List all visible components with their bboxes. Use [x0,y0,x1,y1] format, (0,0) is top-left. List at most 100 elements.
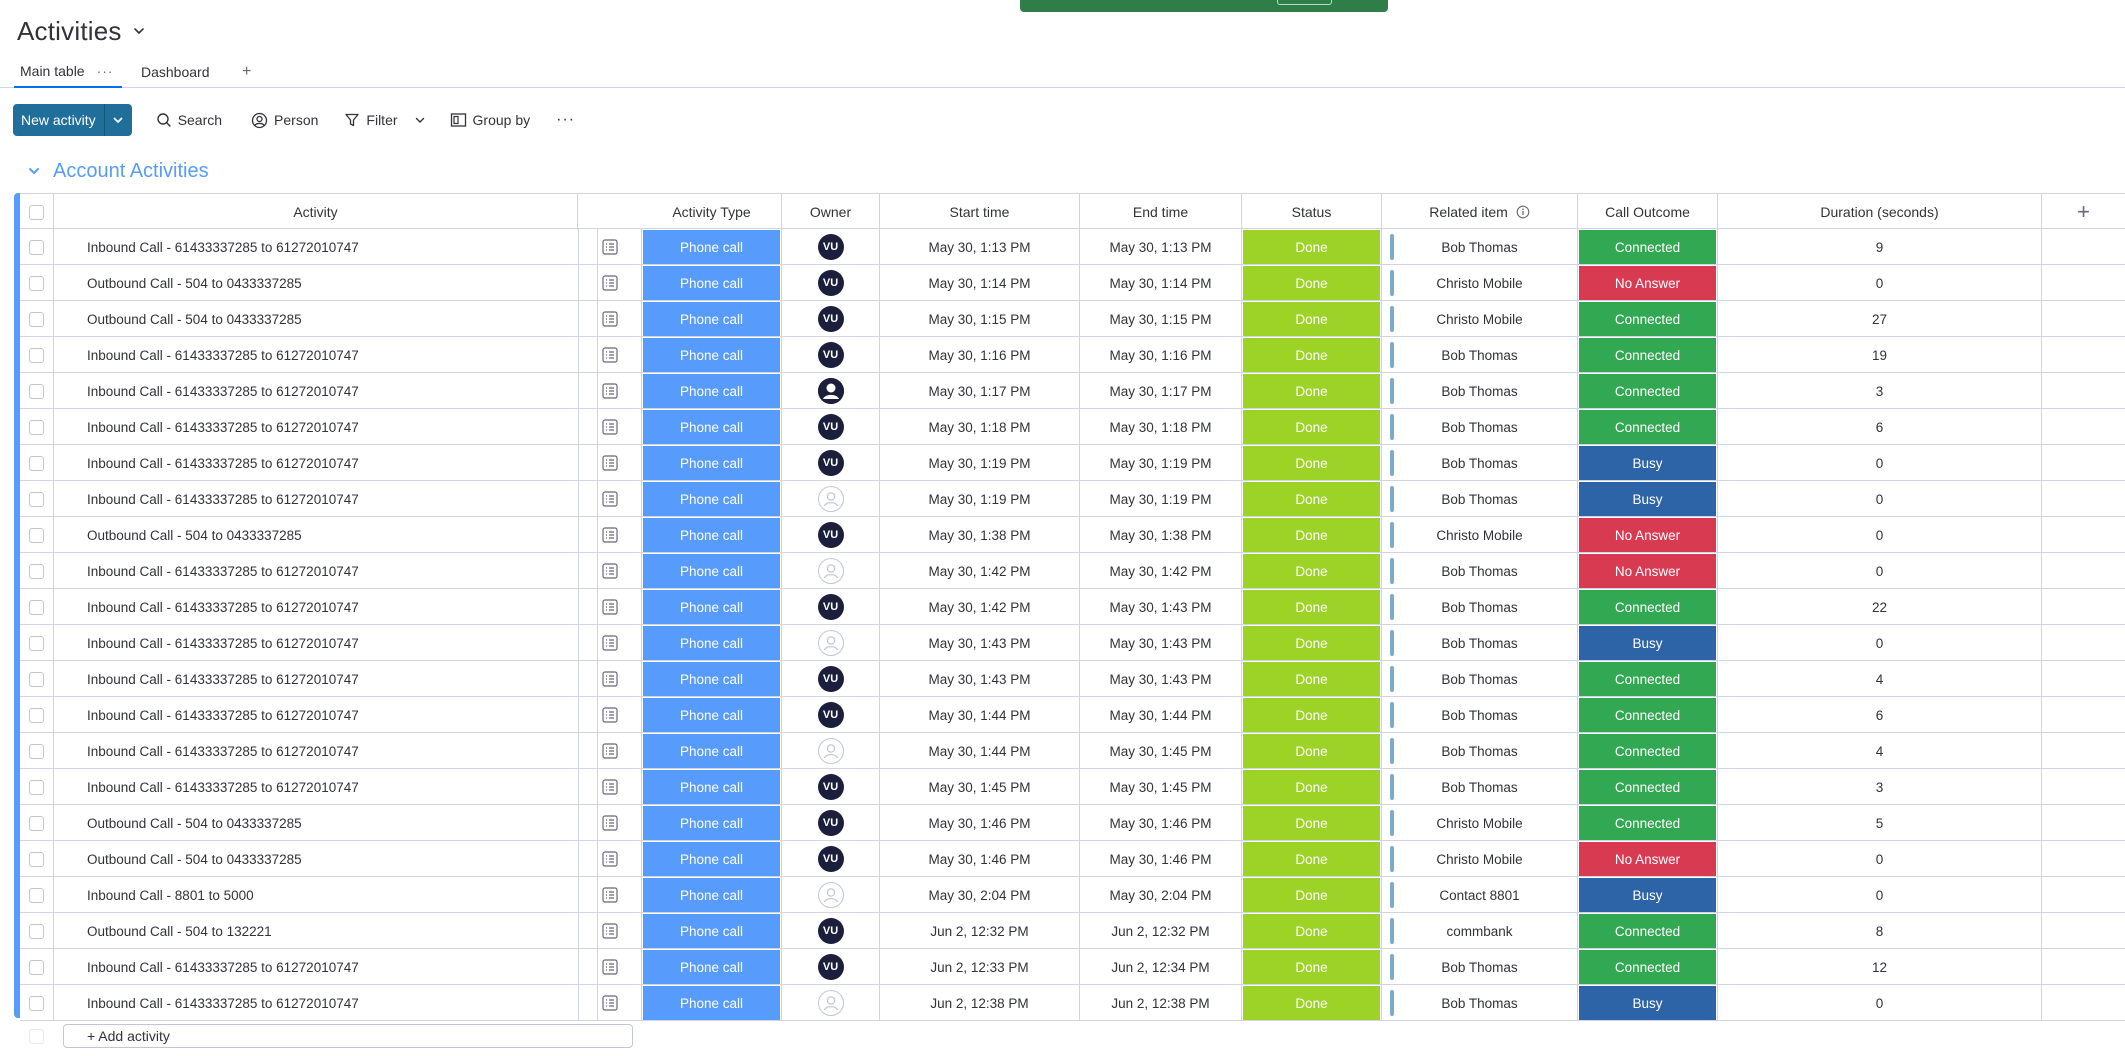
start-time-cell[interactable]: May 30, 1:46 PM [880,841,1080,877]
row-checkbox[interactable] [29,383,44,399]
end-time-cell[interactable]: May 30, 1:46 PM [1080,841,1242,877]
activity-type-cell[interactable]: Phone call [642,877,782,913]
related-item-cell[interactable]: Christo Mobile [1382,841,1578,877]
column-header-end-time[interactable]: End time [1080,194,1242,230]
start-time-cell[interactable]: May 30, 1:45 PM [880,769,1080,805]
call-outcome-cell[interactable]: Connected [1578,913,1718,949]
avatar[interactable]: VU [817,522,844,548]
open-item-button[interactable] [578,985,642,1021]
avatar[interactable] [817,378,844,404]
end-time-cell[interactable]: May 30, 1:45 PM [1080,733,1242,769]
row-checkbox[interactable] [29,887,44,903]
start-time-cell[interactable]: May 30, 1:46 PM [880,805,1080,841]
call-outcome-cell[interactable]: Connected [1578,409,1718,445]
table-row[interactable]: Inbound Call - 61433337285 to 6127201074… [20,769,2125,805]
duration-cell[interactable]: 6 [1718,409,2042,445]
status-cell[interactable]: Done [1242,985,1382,1021]
avatar[interactable]: VU [817,270,844,296]
table-row[interactable]: Inbound Call - 61433337285 to 6127201074… [20,409,2125,445]
status-cell[interactable]: Done [1242,733,1382,769]
row-checkbox[interactable] [29,239,44,255]
related-item-link[interactable]: Bob Thomas [1441,456,1517,471]
avatar[interactable]: VU [817,450,844,476]
empty-avatar-icon[interactable] [817,558,844,584]
related-item-cell[interactable]: Bob Thomas [1382,373,1578,409]
related-item-cell[interactable]: commbank [1382,913,1578,949]
row-checkbox[interactable] [29,815,44,831]
activity-name-cell[interactable]: Outbound Call - 504 to 0433337285 [54,841,598,877]
tab-main-table[interactable]: Main table ··· [14,56,122,88]
start-time-cell[interactable]: May 30, 1:14 PM [880,265,1080,301]
activity-type-cell[interactable]: Phone call [642,805,782,841]
avatar[interactable]: VU [817,306,844,332]
status-cell[interactable]: Done [1242,265,1382,301]
row-checkbox[interactable] [29,995,44,1011]
activity-type-cell[interactable]: Phone call [642,481,782,517]
related-item-link[interactable]: Bob Thomas [1441,708,1517,723]
activity-name-cell[interactable]: Inbound Call - 61433337285 to 6127201074… [54,625,598,661]
related-item-cell[interactable]: Christo Mobile [1382,301,1578,337]
end-time-cell[interactable]: May 30, 1:42 PM [1080,553,1242,589]
call-outcome-cell[interactable]: Connected [1578,301,1718,337]
start-time-cell[interactable]: May 30, 1:18 PM [880,409,1080,445]
status-cell[interactable]: Done [1242,373,1382,409]
owner-cell[interactable]: VU [782,301,880,337]
owner-cell[interactable] [782,553,880,589]
duration-cell[interactable]: 6 [1718,697,2042,733]
open-item-button[interactable] [578,481,642,517]
end-time-cell[interactable]: May 30, 1:19 PM [1080,445,1242,481]
end-time-cell[interactable]: May 30, 1:46 PM [1080,805,1242,841]
new-activity-button[interactable]: New activity [13,104,104,136]
chevron-down-icon[interactable] [132,24,146,38]
duration-cell[interactable]: 5 [1718,805,2042,841]
open-item-button[interactable] [578,661,642,697]
avatar[interactable]: VU [817,918,844,944]
related-item-link[interactable]: Contact 8801 [1439,888,1519,903]
empty-avatar-icon[interactable] [817,486,844,512]
owner-cell[interactable] [782,373,880,409]
open-item-button[interactable] [578,805,642,841]
end-time-cell[interactable]: May 30, 1:16 PM [1080,337,1242,373]
open-item-button[interactable] [578,841,642,877]
start-time-cell[interactable]: May 30, 1:44 PM [880,733,1080,769]
related-item-cell[interactable]: Bob Thomas [1382,949,1578,985]
duration-cell[interactable]: 4 [1718,661,2042,697]
activity-type-cell[interactable]: Phone call [642,985,782,1021]
activity-name-cell[interactable]: Inbound Call - 61433337285 to 6127201074… [54,373,598,409]
call-outcome-cell[interactable]: Connected [1578,733,1718,769]
duration-cell[interactable]: 3 [1718,373,2042,409]
duration-cell[interactable]: 19 [1718,337,2042,373]
row-checkbox[interactable] [29,419,44,435]
status-cell[interactable]: Done [1242,589,1382,625]
group-title[interactable]: Account Activities [53,160,209,183]
end-time-cell[interactable]: May 30, 1:19 PM [1080,481,1242,517]
table-row[interactable]: Inbound Call - 61433337285 to 6127201074… [20,733,2125,769]
tab-dashboard[interactable]: Dashboard [140,56,210,88]
activity-name-cell[interactable]: Outbound Call - 504 to 132221 [54,913,598,949]
row-checkbox[interactable] [29,563,44,579]
end-time-cell[interactable]: May 30, 1:43 PM [1080,625,1242,661]
activity-type-cell[interactable]: Phone call [642,373,782,409]
duration-cell[interactable]: 0 [1718,553,2042,589]
open-item-button[interactable] [578,373,642,409]
add-column-button[interactable]: + [2042,194,2125,230]
table-row[interactable]: Outbound Call - 504 to 0433337285 Phone … [20,301,2125,337]
status-cell[interactable]: Done [1242,697,1382,733]
table-row[interactable]: Outbound Call - 504 to 0433337285 Phone … [20,265,2125,301]
owner-cell[interactable]: VU [782,265,880,301]
call-outcome-cell[interactable]: Connected [1578,229,1718,265]
open-item-button[interactable] [578,301,642,337]
table-row[interactable]: Outbound Call - 504 to 132221 Phone call… [20,913,2125,949]
open-item-button[interactable] [578,445,642,481]
activity-type-cell[interactable]: Phone call [642,769,782,805]
duration-cell[interactable]: 9 [1718,229,2042,265]
related-item-cell[interactable]: Bob Thomas [1382,337,1578,373]
table-row[interactable]: Outbound Call - 504 to 0433337285 Phone … [20,841,2125,877]
status-cell[interactable]: Done [1242,769,1382,805]
owner-cell[interactable] [782,985,880,1021]
related-item-link[interactable]: Christo Mobile [1436,276,1522,291]
row-checkbox[interactable] [29,743,44,759]
activity-name-cell[interactable]: Inbound Call - 8801 to 5000 [54,877,598,913]
call-outcome-cell[interactable]: No Answer [1578,553,1718,589]
related-item-cell[interactable]: Bob Thomas [1382,661,1578,697]
